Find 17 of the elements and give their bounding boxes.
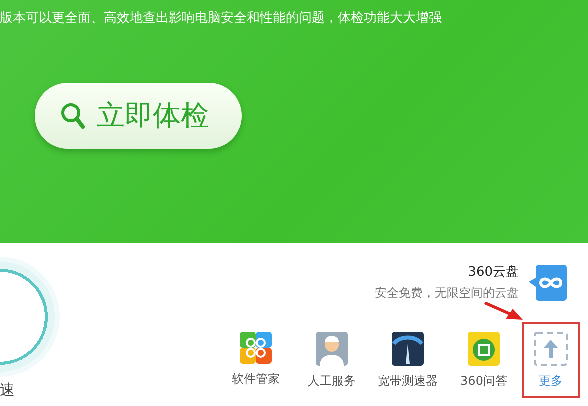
tool-item[interactable]: 宽带测速器: [370, 322, 446, 398]
cloud-drive-icon[interactable]: [529, 264, 567, 300]
tool-item[interactable]: 360问答: [446, 322, 522, 398]
doctor-icon: [316, 332, 348, 366]
cloud-title[interactable]: 360云盘: [468, 263, 519, 281]
tool-item[interactable]: 软件管家: [218, 322, 294, 398]
cloud-subtitle: 安全免费，无限空间的云盘: [375, 285, 519, 302]
speedup-label: 速: [0, 381, 16, 400]
highlighted-tool[interactable]: 更多: [522, 322, 580, 398]
banner-description: 版本可以更全面、高效地查出影响电脑安全和性能的问题，体检功能大大增强: [0, 10, 443, 27]
pointer-arrow: [484, 302, 524, 321]
question-bubble-icon: [468, 332, 500, 366]
upload-icon: [534, 332, 568, 366]
speedometer-icon: [392, 332, 424, 366]
flower-tiles-icon: [240, 332, 272, 364]
tool-item[interactable]: 人工服务: [294, 322, 370, 398]
search-icon: [61, 103, 85, 129]
